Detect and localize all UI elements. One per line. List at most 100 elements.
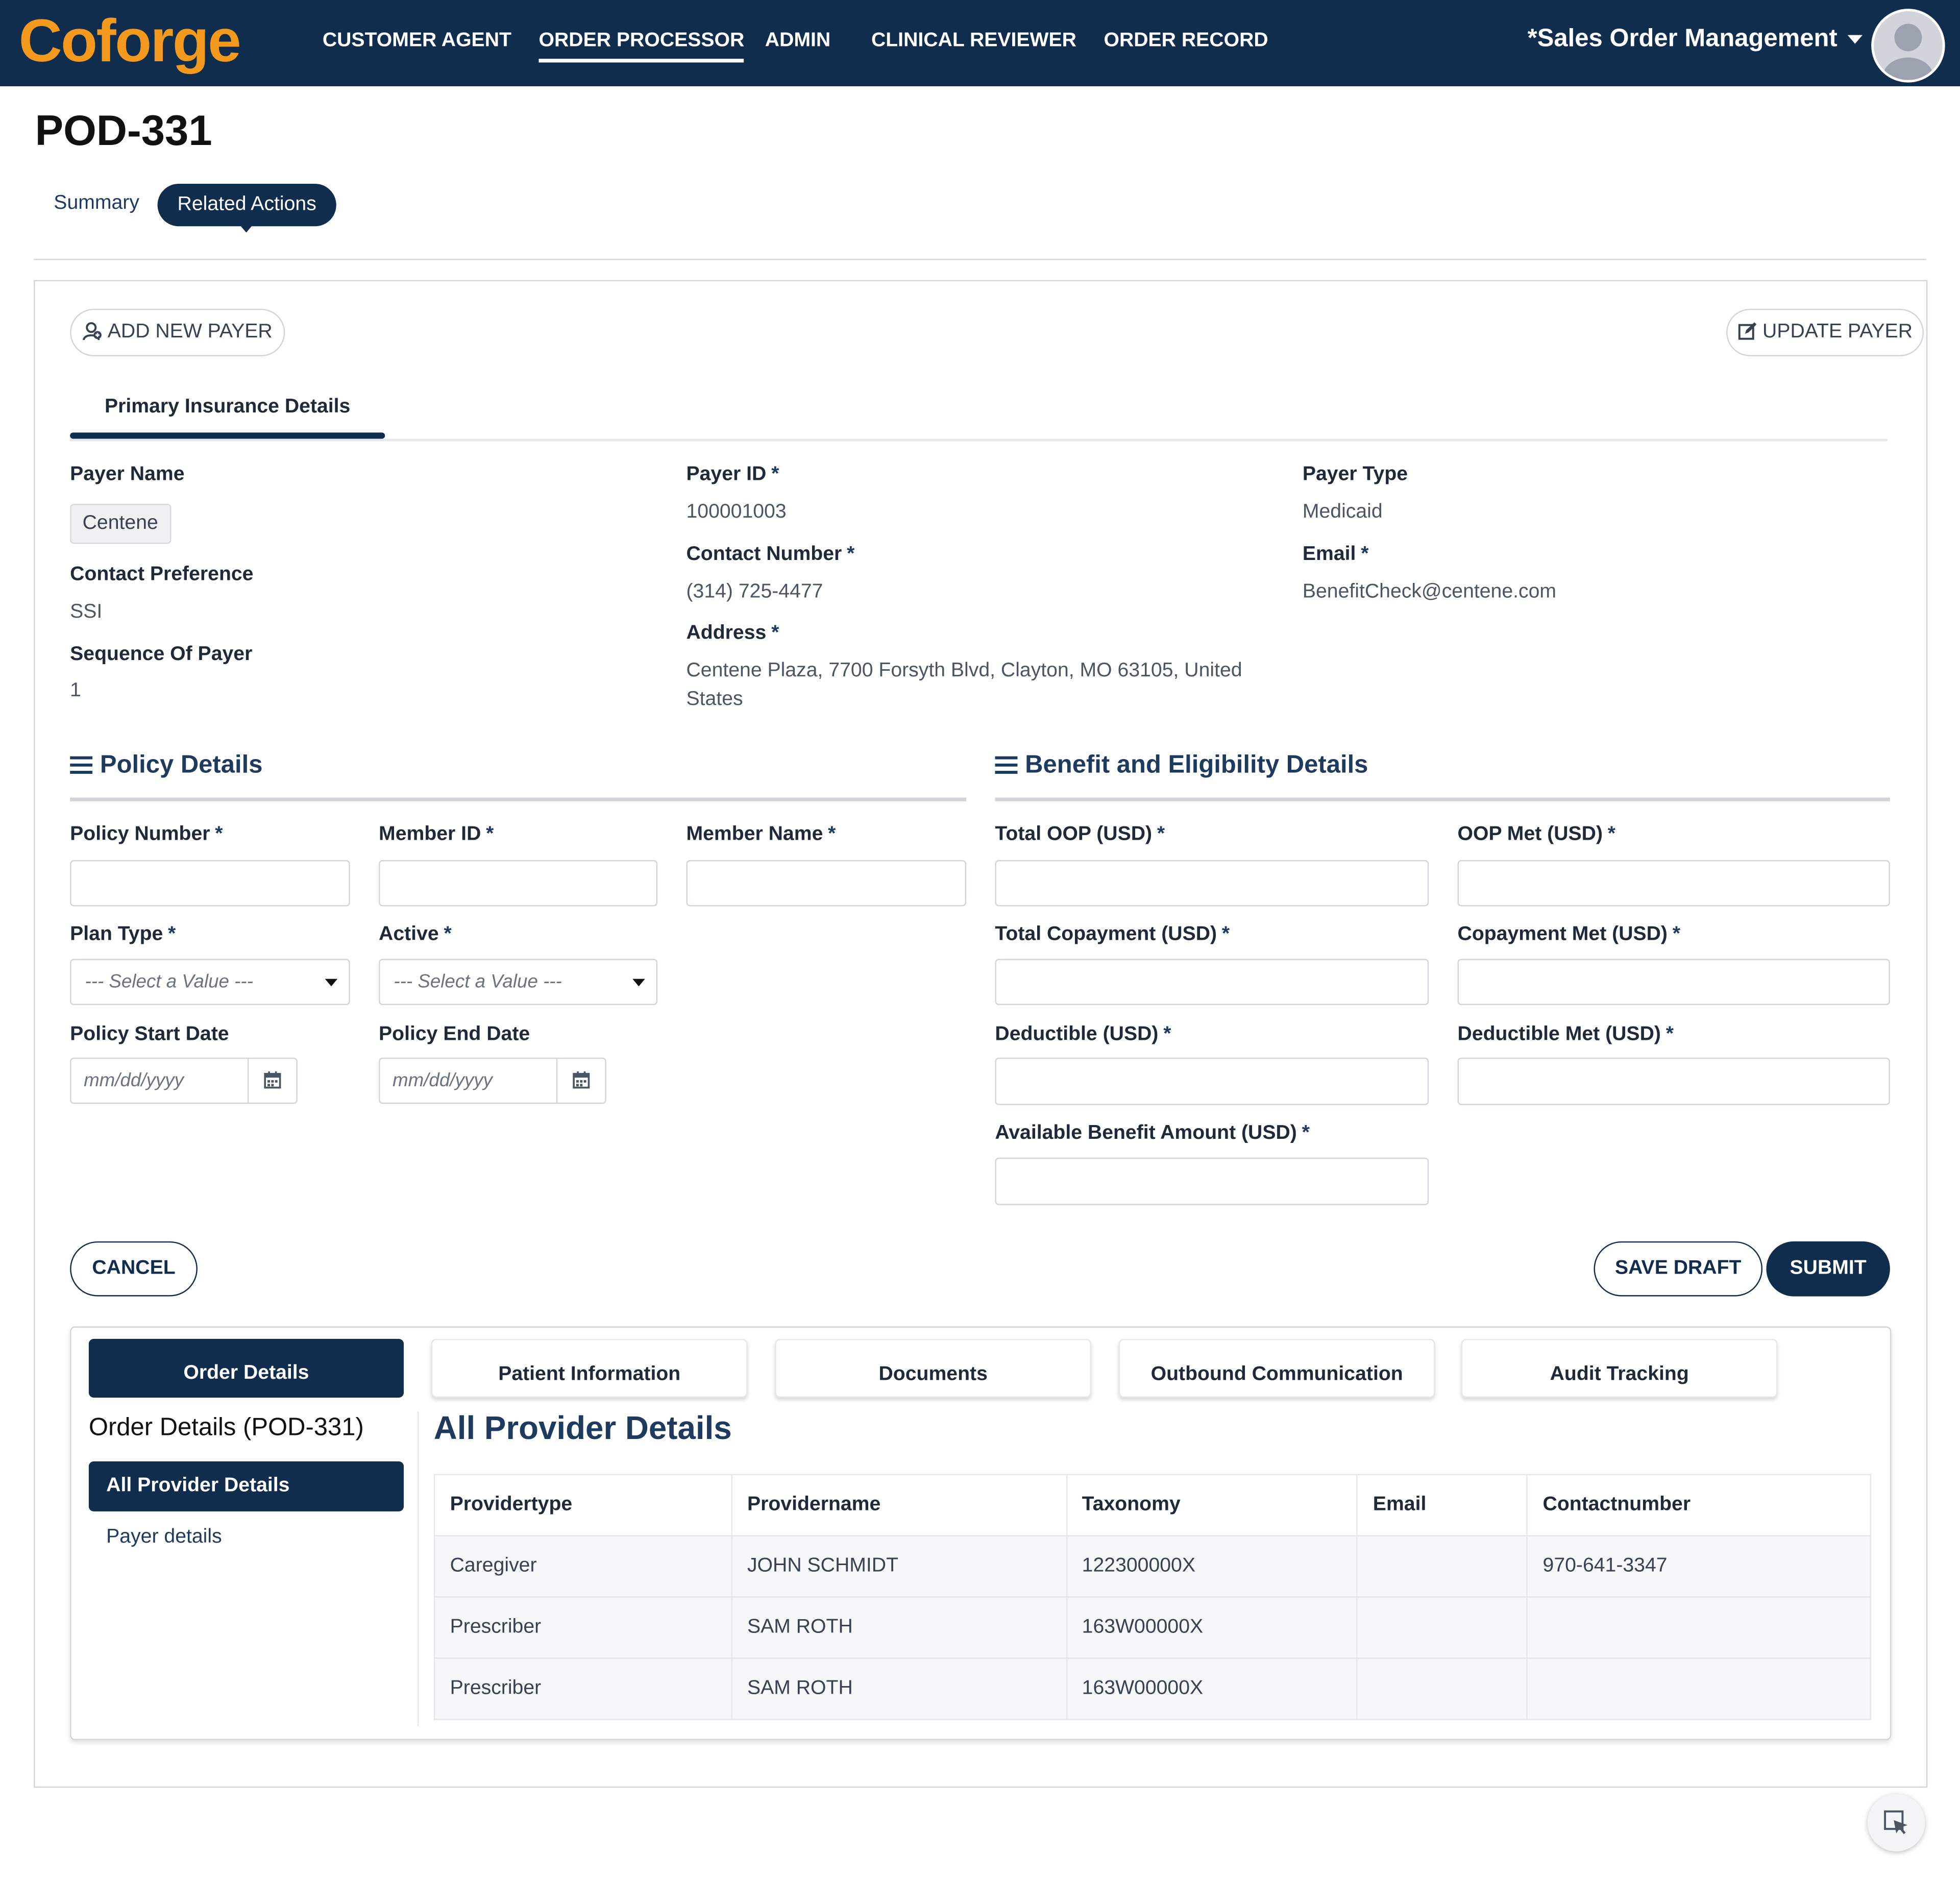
policy-details-heading: Policy Details <box>70 751 262 780</box>
member-name-label-text: Member Name <box>686 823 823 845</box>
provider-type-cell[interactable]: Prescriber <box>434 1657 732 1720</box>
payer-name-chip: Centene <box>70 503 171 544</box>
dropdown-arrow-icon <box>632 979 645 987</box>
deductible-input[interactable] <box>995 1057 1429 1105</box>
sidebar-item-payer-details[interactable]: Payer details <box>106 1526 222 1549</box>
user-avatar[interactable] <box>1871 9 1945 83</box>
select-element-fab[interactable] <box>1867 1794 1925 1851</box>
required-mark: * <box>1672 923 1681 945</box>
tab-active-underline <box>70 432 385 439</box>
total-oop-input[interactable] <box>995 860 1429 907</box>
copayment-met-label: Copayment Met (USD) * <box>1458 924 1681 946</box>
email-label-text: Email <box>1302 544 1356 565</box>
benefit-eligibility-heading-text: Benefit and Eligibility Details <box>1025 751 1368 779</box>
total-copayment-input[interactable] <box>995 959 1429 1005</box>
copayment-met-input[interactable] <box>1457 959 1890 1005</box>
required-mark: * <box>771 463 779 485</box>
active-label: Active * <box>379 924 452 946</box>
policy-start-date-picker-button[interactable] <box>247 1059 297 1103</box>
tab-documents[interactable]: Documents <box>775 1338 1091 1398</box>
contact-number-label: Contact Number * <box>687 544 855 566</box>
tab-related-actions[interactable]: Related Actions <box>157 184 336 227</box>
benefit-eligibility-heading: Benefit and Eligibility Details <box>995 751 1368 780</box>
nav-order-processor[interactable]: ORDER PROCESSOR <box>538 30 745 63</box>
policy-number-input[interactable] <box>70 860 350 907</box>
provider-name-cell: JOHN SCHMIDT <box>731 1535 1067 1597</box>
column-header-taxonomy[interactable]: Taxonomy <box>1066 1474 1358 1536</box>
total-oop-label-text: Total OOP (USD) <box>995 823 1153 845</box>
sidebar-item-all-provider-details[interactable]: All Provider Details <box>88 1461 404 1511</box>
tab-order-details[interactable]: Order Details <box>88 1338 404 1398</box>
policy-end-date-input[interactable]: mm/dd/yyyy <box>379 1057 606 1104</box>
policy-end-date-picker-button[interactable] <box>556 1059 605 1103</box>
submit-button[interactable]: SUBMIT <box>1766 1241 1890 1297</box>
nav-customer-agent[interactable]: CUSTOMER AGENT <box>323 30 511 53</box>
member-id-label-text: Member ID <box>379 823 481 845</box>
list-icon <box>70 756 93 774</box>
active-select[interactable]: --- Select a Value --- <box>379 959 658 1005</box>
provider-type-cell[interactable]: Caregiver <box>434 1535 732 1597</box>
sidebar-divider <box>417 1411 419 1727</box>
required-mark: * <box>771 622 779 644</box>
column-header-email[interactable]: Email <box>1357 1474 1528 1536</box>
coforge-logo[interactable]: Coforge <box>19 8 241 77</box>
nav-clinical-reviewer[interactable]: CLINICAL REVIEWER <box>871 30 1076 53</box>
available-benefit-label-text: Available Benefit Amount (USD) <box>995 1122 1297 1144</box>
nav-order-record[interactable]: ORDER RECORD <box>1104 30 1268 53</box>
provider-type-cell[interactable]: Prescriber <box>434 1596 732 1658</box>
edit-icon <box>1738 322 1757 340</box>
payer-id-value: 100001003 <box>686 501 787 523</box>
taxonomy-cell: 122300000X <box>1066 1535 1358 1597</box>
policy-start-date-input[interactable]: mm/dd/yyyy <box>70 1057 298 1104</box>
app-switcher-menu[interactable]: *Sales Order Management <box>1528 25 1863 54</box>
table-row: Prescriber SAM ROTH 163W00000X <box>434 1657 1872 1720</box>
active-label-text: Active <box>379 923 439 945</box>
tab-primary-insurance-details[interactable]: Primary Insurance Details <box>70 387 385 437</box>
calendar-icon <box>573 1071 590 1089</box>
contact-number-cell <box>1527 1657 1872 1720</box>
column-header-providername[interactable]: Providername <box>731 1474 1067 1536</box>
required-mark: * <box>486 823 494 845</box>
tab-strip-line <box>70 438 1888 442</box>
nav-admin[interactable]: ADMIN <box>765 30 830 53</box>
member-id-input[interactable] <box>379 860 658 907</box>
tab-audit-tracking[interactable]: Audit Tracking <box>1461 1338 1778 1398</box>
policy-start-date-placeholder: mm/dd/yyyy <box>84 1070 184 1091</box>
email-cell <box>1357 1596 1528 1658</box>
email-label: Email * <box>1303 544 1369 566</box>
add-new-payer-label: ADD NEW PAYER <box>107 321 273 343</box>
policy-details-heading-text: Policy Details <box>100 751 263 779</box>
table-header-row: Providertype Providername Taxonomy Email… <box>434 1474 1872 1536</box>
tab-summary[interactable]: Summary <box>54 192 139 215</box>
active-tab-pointer <box>238 224 254 233</box>
provider-table: Providertype Providername Taxonomy Email… <box>433 1474 1872 1720</box>
app-root: Coforge CUSTOMER AGENT ORDER PROCESSOR A… <box>0 0 1960 1879</box>
table-row: Caregiver JOHN SCHMIDT 122300000X 970-64… <box>434 1535 1872 1597</box>
tab-patient-information[interactable]: Patient Information <box>431 1338 748 1398</box>
policy-start-date-label: Policy Start Date <box>70 1023 229 1045</box>
email-cell <box>1357 1535 1528 1597</box>
column-header-contactnumber[interactable]: Contactnumber <box>1527 1474 1872 1536</box>
update-payer-button[interactable]: UPDATE PAYER <box>1726 308 1924 356</box>
total-copayment-label-text: Total Copayment (USD) <box>995 923 1217 945</box>
email-value: BenefitCheck@centene.com <box>1302 581 1557 603</box>
oop-met-input[interactable] <box>1457 860 1890 907</box>
payer-id-label-text: Payer ID <box>686 463 767 485</box>
provider-name-cell: SAM ROTH <box>731 1657 1067 1720</box>
title-divider <box>34 258 1926 260</box>
cancel-button[interactable]: CANCEL <box>70 1241 198 1297</box>
order-details-title: Order Details (POD-331) <box>88 1413 364 1442</box>
save-draft-button[interactable]: SAVE DRAFT <box>1594 1241 1763 1297</box>
column-header-providertype[interactable]: Providertype <box>434 1474 732 1536</box>
address-line-1: Centene Plaza, 7700 Forsyth Blvd, Clayto… <box>686 660 1242 681</box>
deductible-met-input[interactable] <box>1457 1057 1890 1105</box>
plan-type-select[interactable]: --- Select a Value --- <box>70 959 350 1005</box>
available-benefit-input[interactable] <box>995 1157 1429 1205</box>
sequence-of-payer-value: 1 <box>70 680 81 701</box>
member-name-input[interactable] <box>686 860 967 907</box>
member-name-label: Member Name * <box>687 824 836 846</box>
copayment-met-label-text: Copayment Met (USD) <box>1457 923 1668 945</box>
add-user-icon <box>83 322 102 340</box>
add-new-payer-button[interactable]: ADD NEW PAYER <box>70 308 285 356</box>
tab-outbound-communication[interactable]: Outbound Communication <box>1118 1338 1435 1398</box>
